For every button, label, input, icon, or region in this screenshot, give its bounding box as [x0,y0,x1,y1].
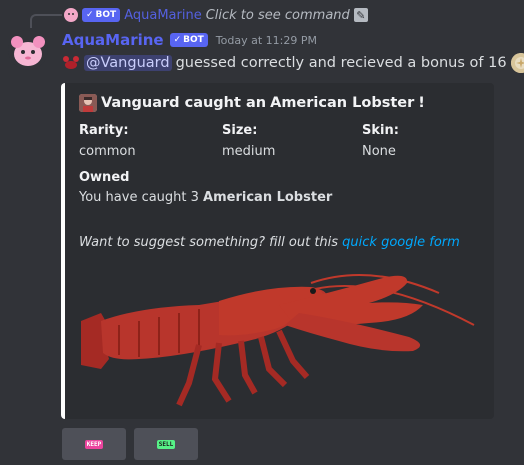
user-avatar-icon [79,94,97,112]
suggestion-text: Want to suggest something? fill out this… [79,235,460,250]
owned-count-text: You have caught 3 [79,190,204,205]
reply-reference[interactable]: ✓ BOT AquaMarine Click to see command ✎ [64,6,368,24]
verified-check-icon: ✓ [173,35,182,45]
owned-label: Owned [79,170,130,185]
catch-embed: Vanguard caught an American Lobster ! Ra… [61,83,494,419]
title-prefix: Vanguard caught an [101,95,267,111]
reply-author[interactable]: AquaMarine [124,8,202,23]
coin-icon [510,53,524,73]
reply-avatar [64,8,78,22]
reply-bot-tag: ✓ BOT [82,8,121,22]
owned-value: You have caught 3 American Lobster [79,190,332,205]
author-name[interactable]: AquaMarine [62,31,164,49]
keep-label: KEEP [84,439,104,449]
message-timestamp[interactable]: Today at 11:29 PM [216,34,317,47]
message-text: guessed correctly and recieved a bonus o… [175,55,507,71]
skin-label: Skin: [362,123,399,138]
sell-button[interactable]: SELL [134,428,198,460]
title-suffix: ! [418,95,425,111]
message-header: AquaMarine ✓ BOT Today at 11:29 PM [62,30,317,50]
rarity-value: common [79,144,136,159]
message-content: @Vanguard guessed correctly and recieved… [62,52,524,74]
owned-species: American Lobster [203,190,333,205]
skin-value: None [362,144,396,159]
american-lobster-image [81,274,475,407]
keep-button[interactable]: KEEP [62,428,126,460]
rarity-label: Rarity: [79,123,129,138]
reply-command-text[interactable]: Click to see command [206,8,350,23]
verified-check-icon: ✓ [86,10,94,20]
author-avatar[interactable] [8,30,48,70]
user-mention[interactable]: @Vanguard [84,55,172,71]
size-value: medium [222,144,276,159]
size-label: Size: [222,123,258,138]
lobster-emoji-icon [62,54,80,72]
reply-connector [30,14,62,28]
sell-label: SELL [156,439,176,449]
bot-tag: ✓ BOT [169,33,208,47]
title-species: American Lobster [270,95,415,111]
suggestion-prefix: Want to suggest something? fill out this [79,235,343,250]
pencil-icon: ✎ [353,8,368,22]
google-form-link[interactable]: quick google form [342,235,460,250]
embed-title: Vanguard caught an American Lobster ! [79,94,425,112]
